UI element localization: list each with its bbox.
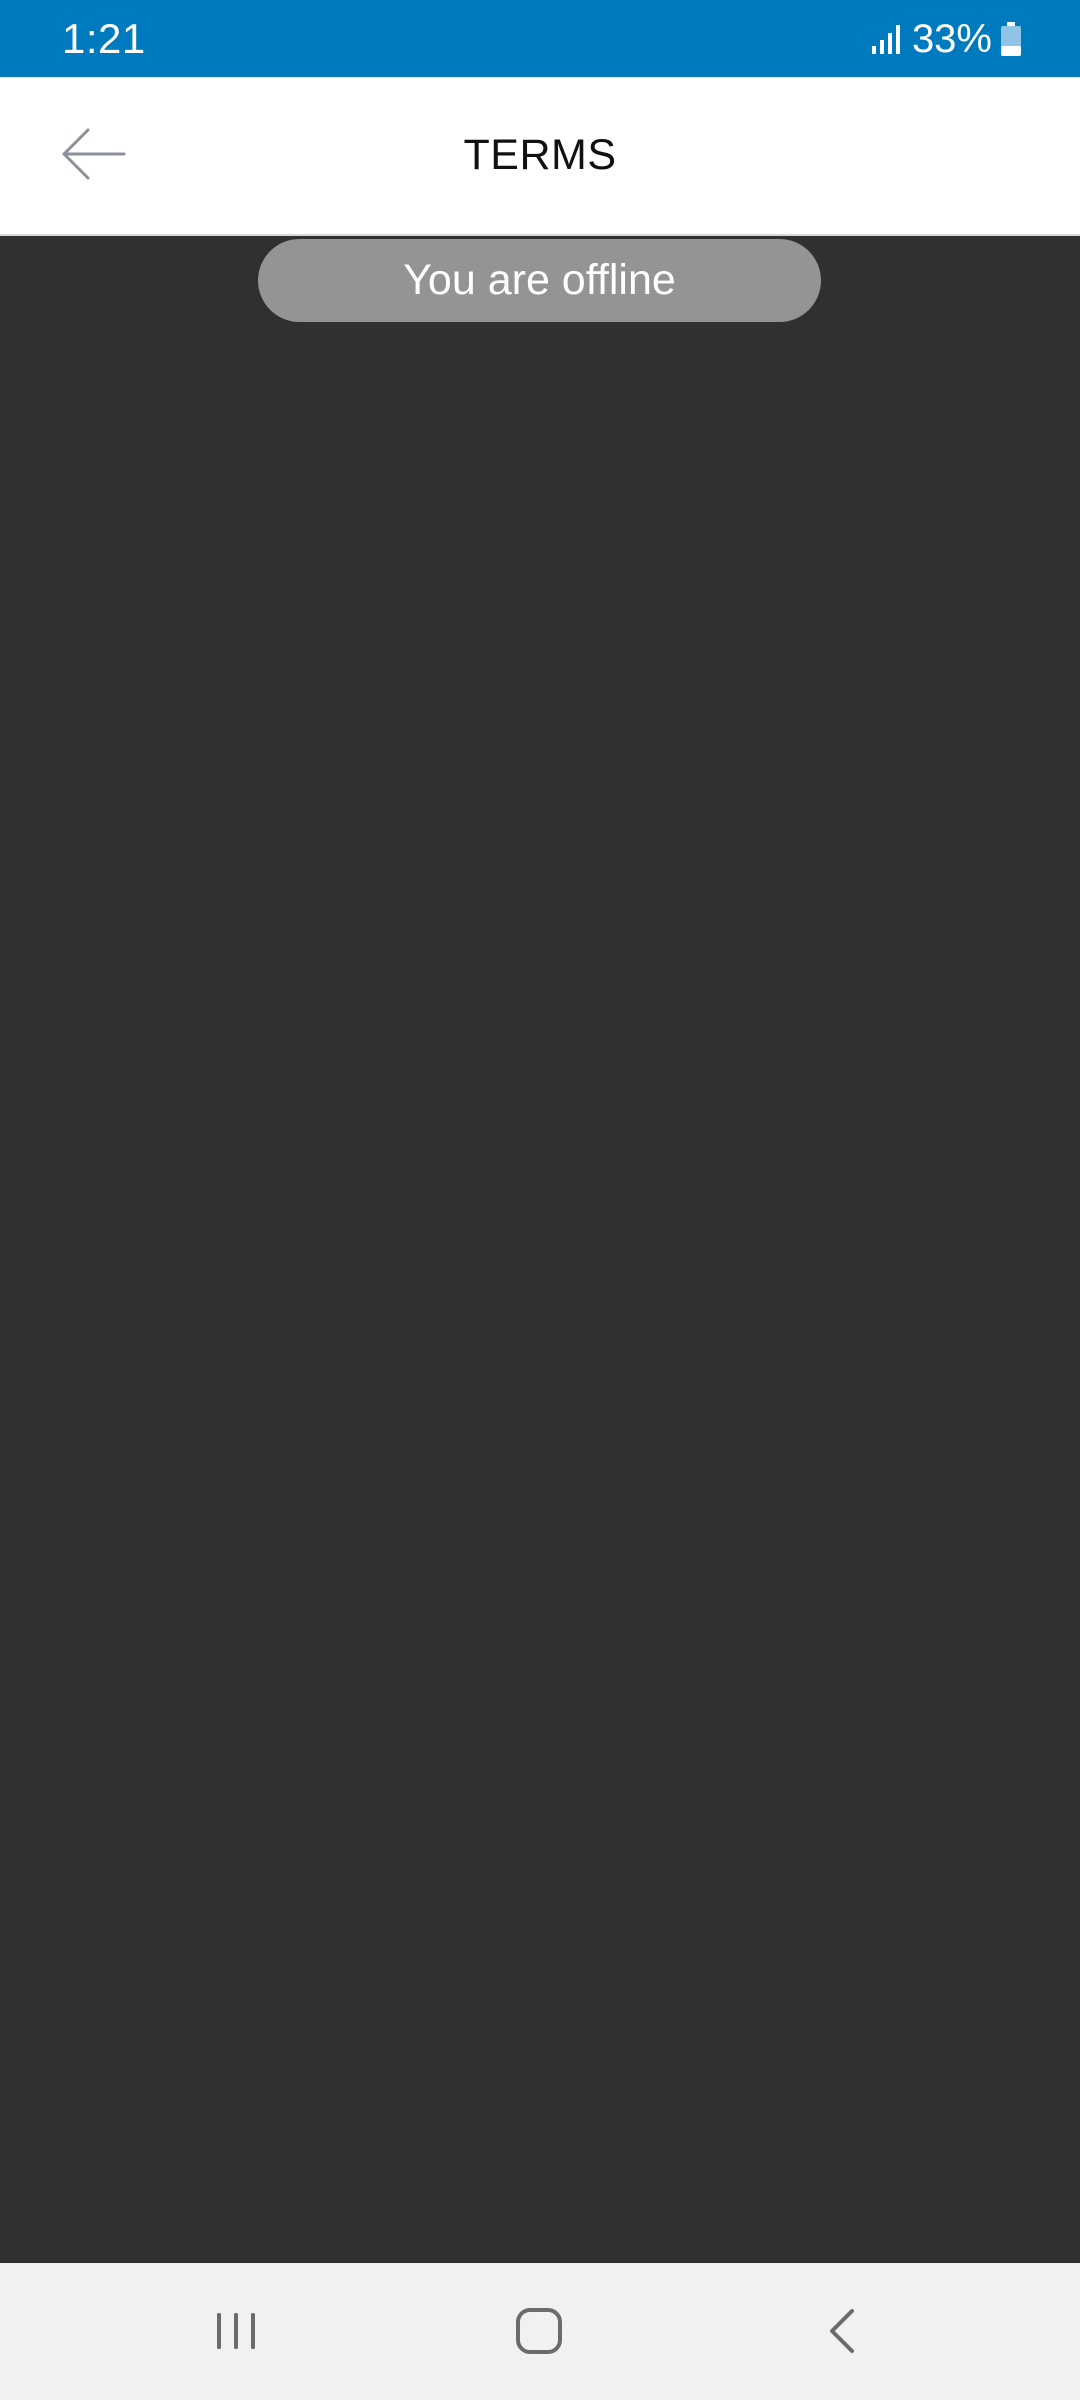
page-title: TERMS: [463, 131, 617, 179]
app-header: TERMS: [0, 77, 1080, 236]
status-time: 1:21: [62, 15, 146, 62]
system-back-button[interactable]: [782, 2291, 902, 2371]
offline-banner: You are offline: [258, 239, 821, 322]
system-navigation-bar: [0, 2263, 1080, 2400]
recents-icon: [217, 2313, 255, 2349]
status-indicators: 33%: [870, 14, 1022, 64]
battery-percent: 33%: [911, 17, 992, 61]
status-bar: 1:21 33%: [0, 0, 1080, 77]
signal-bars-icon: [871, 25, 900, 54]
recents-button[interactable]: [176, 2291, 296, 2371]
home-icon: [516, 2308, 562, 2354]
content-area: You are offline: [0, 236, 1080, 2263]
battery-icon: [1001, 22, 1021, 56]
chevron-left-icon: [830, 2309, 854, 2353]
home-button[interactable]: [479, 2291, 599, 2371]
